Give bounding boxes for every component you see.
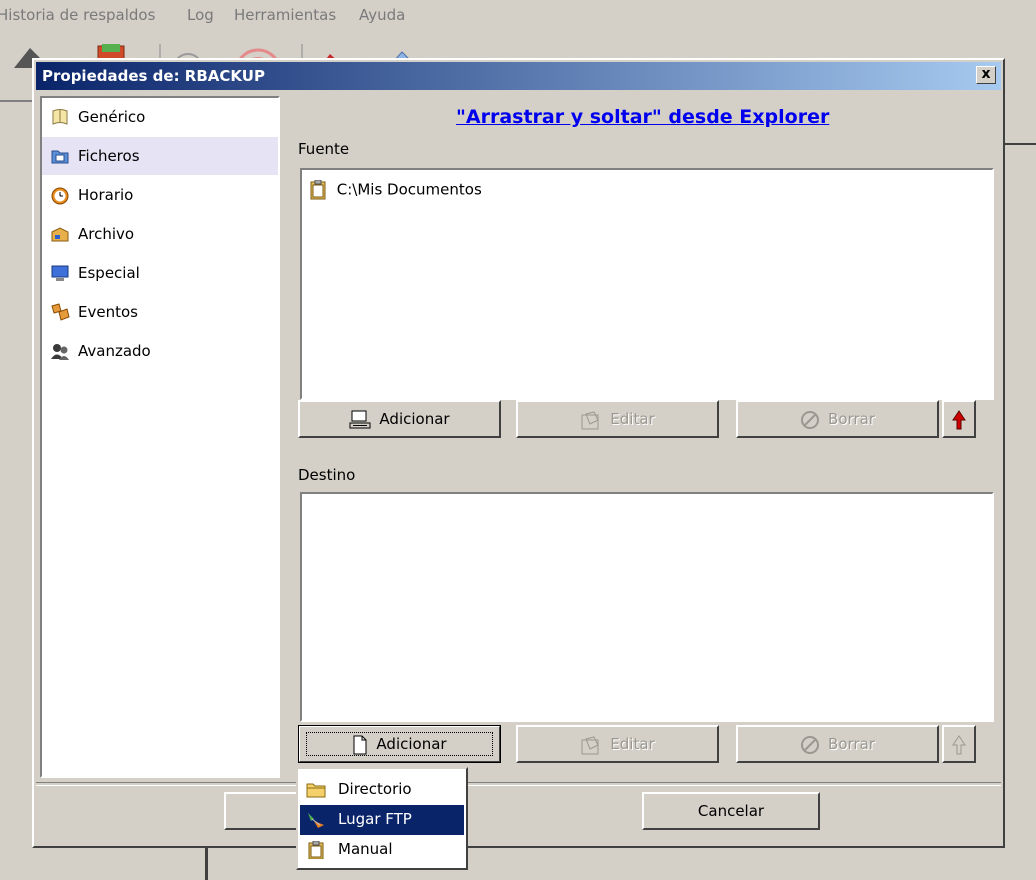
dialog-titlebar[interactable]: Propiedades de: RBACKUP x xyxy=(36,62,1001,90)
computer-icon xyxy=(349,410,371,428)
nav-label-horario: Horario xyxy=(78,186,134,204)
nav-item-horario[interactable]: Horario xyxy=(42,176,278,214)
add-destination-menu: Directorio Lugar FTP Manual xyxy=(296,767,468,870)
properties-dialog: Propiedades de: RBACKUP x Genérico Fiche… xyxy=(32,58,1005,848)
menu-item-lugar-ftp[interactable]: Lugar FTP xyxy=(300,805,464,835)
close-icon: x xyxy=(981,66,991,82)
destination-add-button[interactable]: Adicionar xyxy=(298,725,501,763)
destination-delete-button[interactable]: Borrar xyxy=(736,725,939,763)
source-add-label: Adicionar xyxy=(379,410,450,428)
menu-item-directorio[interactable]: Directorio xyxy=(300,775,464,805)
background-splitter xyxy=(205,846,208,880)
source-label: Fuente xyxy=(298,140,350,158)
nav-item-ficheros[interactable]: Ficheros xyxy=(42,137,278,175)
nav-label-especial: Especial xyxy=(78,264,140,282)
nav-item-eventos[interactable]: Eventos xyxy=(42,293,278,331)
nav-item-generico[interactable]: Genérico xyxy=(42,98,278,136)
menu-label-manual: Manual xyxy=(338,840,393,858)
destination-edit-label: Editar xyxy=(610,735,655,753)
edit-icon xyxy=(581,410,599,429)
source-delete-button[interactable]: Borrar xyxy=(736,400,939,438)
advanced-users-icon xyxy=(51,344,69,360)
alarm-clock-icon xyxy=(51,187,69,205)
dialog-title: Propiedades de: RBACKUP xyxy=(42,67,265,85)
source-delete-label: Borrar xyxy=(828,410,875,428)
destination-list[interactable] xyxy=(300,492,994,722)
clipboard-icon xyxy=(308,841,324,859)
edit-icon xyxy=(581,735,599,754)
red-up-arrow-icon xyxy=(952,409,966,429)
category-nav: Genérico Ficheros Horario Archivo Especi… xyxy=(40,96,280,778)
ftp-icon xyxy=(308,813,324,828)
monitor-icon xyxy=(51,265,69,281)
archive-box-icon xyxy=(51,227,69,242)
source-path: C:\Mis Documentos xyxy=(336,180,482,199)
menu-item-manual[interactable]: Manual xyxy=(300,835,464,865)
nav-label-eventos: Eventos xyxy=(78,303,138,321)
folder-icon xyxy=(306,783,326,798)
nav-item-avanzado[interactable]: Avanzado xyxy=(42,332,278,370)
drag-drop-explorer-link[interactable]: "Arrastrar y soltar" desde Explorer xyxy=(456,106,829,128)
nav-label-ficheros: Ficheros xyxy=(78,147,140,165)
menu-label-lugar-ftp: Lugar FTP xyxy=(338,810,412,828)
no-entry-icon xyxy=(801,410,820,429)
destination-edit-button[interactable]: Editar xyxy=(516,725,719,763)
cancel-button[interactable]: Cancelar xyxy=(642,792,820,830)
menu-label-directorio: Directorio xyxy=(338,780,412,798)
background-separator xyxy=(0,100,36,102)
nav-label-archivo: Archivo xyxy=(78,225,135,243)
source-move-up-button[interactable] xyxy=(942,400,976,438)
bg-menu-ayuda[interactable]: Ayuda xyxy=(359,6,405,24)
destination-label: Destino xyxy=(298,466,356,484)
bg-menu-herramientas[interactable]: Herramientas xyxy=(234,6,336,24)
up-arrow-icon xyxy=(952,734,966,754)
events-icon xyxy=(51,303,70,321)
generic-icon xyxy=(52,109,68,125)
focus-rectangle xyxy=(306,732,493,756)
source-list[interactable]: C:\Mis Documentos xyxy=(300,168,994,400)
source-edit-button[interactable]: Editar xyxy=(516,400,719,438)
destination-move-up-button[interactable] xyxy=(942,725,976,763)
source-add-button[interactable]: Adicionar xyxy=(298,400,501,438)
list-item[interactable]: C:\Mis Documentos xyxy=(310,179,482,200)
cancel-label: Cancelar xyxy=(697,802,765,820)
close-button[interactable]: x xyxy=(976,66,996,84)
files-icon xyxy=(51,150,69,164)
source-edit-label: Editar xyxy=(610,410,655,428)
destination-delete-label: Borrar xyxy=(828,735,875,753)
nav-item-especial[interactable]: Especial xyxy=(42,254,278,292)
no-entry-icon xyxy=(801,735,820,754)
nav-item-archivo[interactable]: Archivo xyxy=(42,215,278,253)
clipboard-icon xyxy=(310,179,326,200)
nav-label-generico: Genérico xyxy=(78,108,146,126)
nav-label-avanzado: Avanzado xyxy=(78,342,151,360)
bg-menu-historia[interactable]: Historia de respaldos xyxy=(0,6,155,24)
footer-separator xyxy=(36,782,1001,786)
background-menubar: Historia de respaldos Log Herramientas A… xyxy=(0,0,1036,34)
bg-menu-log[interactable]: Log xyxy=(187,6,214,24)
